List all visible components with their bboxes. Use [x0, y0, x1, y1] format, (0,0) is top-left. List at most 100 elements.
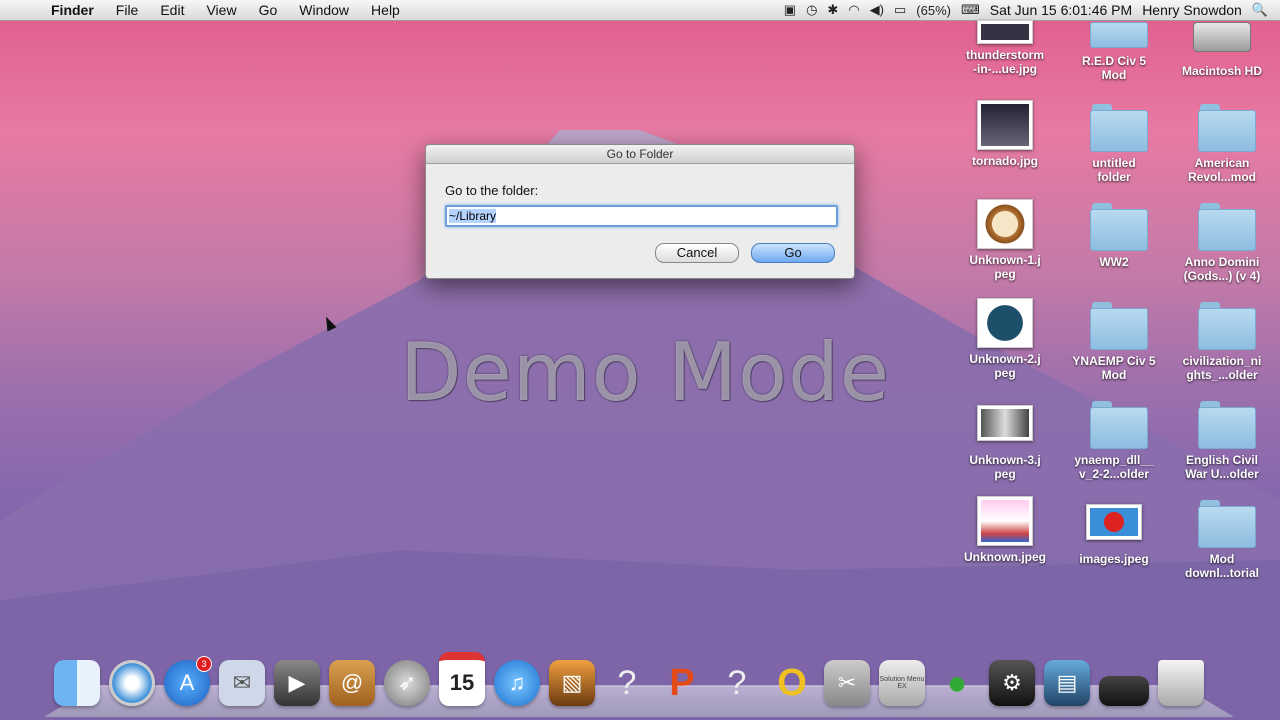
icon-label: -in-...ue.jpg [973, 62, 1037, 76]
icon-label: R.E.D Civ 5 [1081, 54, 1147, 68]
steam-icon[interactable]: ⚙ [989, 660, 1035, 706]
icon-label: Anno Domini [1184, 255, 1260, 269]
bluetooth-icon[interactable]: ✱ [827, 2, 838, 18]
icon-label: Mod [1209, 552, 1235, 566]
adium-icon[interactable]: ● [934, 660, 980, 706]
address-book-icon[interactable]: @ [329, 660, 375, 706]
desktop-folder-untitled[interactable]: untitled folder [1066, 100, 1162, 184]
icon-label: untitled [1092, 156, 1136, 170]
folder-icon [1086, 397, 1148, 449]
photo-booth-icon[interactable]: ▤ [1044, 660, 1090, 706]
icon-label: WW2 [1099, 255, 1129, 269]
app-store-icon[interactable]: A3 [164, 656, 212, 706]
icon-label: ghts_...older [1186, 368, 1258, 382]
app-store-update-badge: 3 [196, 656, 212, 672]
desktop-folder-mod-download-tutorial[interactable]: Mod downl...torial [1174, 496, 1270, 580]
go-button[interactable]: Go [751, 243, 835, 263]
unknown-app-icon[interactable]: ? [714, 660, 760, 706]
menu-clock[interactable]: Sat Jun 15 6:01:46 PM [990, 2, 1132, 18]
finder-icon[interactable] [54, 660, 100, 706]
demo-mode-watermark: Demo Mode [400, 326, 891, 419]
folder-icon [1194, 496, 1256, 548]
powerpoint-icon[interactable]: P [659, 660, 705, 706]
icon-label: War U...older [1185, 467, 1259, 481]
icon-label: images.jpeg [1079, 552, 1149, 566]
image-thumbnail-icon [977, 199, 1033, 249]
facetime-icon[interactable]: ▶ [274, 660, 320, 706]
image-thumbnail-icon [977, 20, 1033, 44]
go-to-folder-dialog: Go to Folder Go to the folder: ~/Library… [425, 144, 855, 279]
cancel-button[interactable]: Cancel [655, 243, 739, 263]
menu-edit[interactable]: Edit [149, 2, 195, 18]
volume-icon[interactable]: ◀) [870, 2, 884, 18]
trash-icon[interactable] [1158, 660, 1204, 706]
spotlight-search-icon[interactable]: 🔍 [1252, 2, 1268, 18]
desktop-folder-red-civ5-mod[interactable]: R.E.D Civ 5 Mod [1066, 22, 1162, 82]
desktop-folder-english-civil-war[interactable]: English Civil War U...older [1174, 397, 1270, 481]
icon-label: Mod [1101, 368, 1127, 382]
iphoto-icon[interactable]: ▧ [549, 660, 595, 706]
solution-menu-icon[interactable]: Solution Menu EX [879, 660, 925, 706]
desktop-folder-ynaemp-dll[interactable]: ynaemp_dll__ v_2-2...older [1066, 397, 1162, 481]
folder-icon [1194, 199, 1256, 251]
desktop-file-thunderstorm[interactable]: thunderstorm -in-...ue.jpg [957, 20, 1053, 76]
calendar-icon[interactable]: 15 [439, 652, 485, 706]
icon-label: YNAEMP Civ 5 [1072, 354, 1156, 368]
desktop-file-tornado[interactable]: tornado.jpg [957, 100, 1053, 168]
icon-label: Mod [1101, 68, 1127, 82]
menu-window[interactable]: Window [288, 2, 360, 18]
desktop-folder-civilization-nights[interactable]: civilization_ni ghts_...older [1174, 298, 1270, 382]
menu-bar: Finder File Edit View Go Window Help ▣ ◷… [0, 0, 1280, 21]
user-menu[interactable]: Henry Snowdon [1142, 2, 1242, 18]
battery-icon[interactable]: ▭ [894, 2, 906, 18]
menu-finder[interactable]: Finder [40, 2, 105, 18]
folder-path-value[interactable]: ~/Library [449, 209, 497, 223]
desktop-folder-american-revol[interactable]: American Revol...mod [1174, 100, 1270, 184]
image-thumbnail-icon [977, 100, 1033, 150]
folder-icon [1194, 100, 1256, 152]
unknown-app-icon[interactable]: ? [604, 660, 650, 706]
icon-label: Unknown.jpeg [964, 550, 1046, 564]
menu-go[interactable]: Go [248, 2, 289, 18]
icon-label: Unknown-2.j [969, 352, 1041, 366]
folder-icon [1086, 22, 1148, 50]
menu-view[interactable]: View [195, 2, 247, 18]
icon-label: thunderstorm [966, 48, 1044, 62]
safari-icon[interactable] [109, 660, 155, 706]
opera-icon[interactable]: O [769, 660, 815, 706]
desktop-folder-ynaemp-civ5-mod[interactable]: YNAEMP Civ 5 Mod [1066, 298, 1162, 382]
icon-label: v_2-2...older [1078, 467, 1150, 481]
desktop-drive-macintosh-hd[interactable]: Macintosh HD [1174, 22, 1270, 78]
icon-label: peg [994, 267, 1016, 281]
folder-icon [1086, 100, 1148, 152]
desktop-file-images-jpeg[interactable]: images.jpeg [1066, 496, 1162, 566]
hard-drive-icon [1193, 22, 1251, 52]
icon-label: ynaemp_dll__ [1074, 453, 1154, 467]
wifi-icon[interactable]: ◠ [848, 2, 859, 18]
menu-file[interactable]: File [105, 2, 150, 18]
image-thumbnail-icon [977, 496, 1033, 546]
desktop-folder-ww2[interactable]: WW2 [1066, 199, 1162, 269]
time-machine-icon[interactable]: ◷ [806, 2, 817, 18]
icon-label: tornado.jpg [972, 154, 1038, 168]
menu-help[interactable]: Help [360, 2, 411, 18]
display-icon[interactable] [1099, 676, 1149, 706]
itunes-icon[interactable]: ♫ [494, 660, 540, 706]
battery-percent[interactable]: (65%) [916, 3, 951, 18]
desktop-file-unknown-2[interactable]: Unknown-2.j peg [957, 298, 1053, 380]
desktop-folder-anno-domini[interactable]: Anno Domini (Gods...) (v 4) [1174, 199, 1270, 283]
icon-label: American [1194, 156, 1250, 170]
dialog-prompt: Go to the folder: [445, 183, 539, 198]
icon-label: English Civil [1185, 453, 1258, 467]
stop-sign-thumbnail-icon [1086, 504, 1142, 540]
launchpad-icon[interactable]: ➶ [384, 660, 430, 706]
icon-label: peg [994, 366, 1016, 380]
input-menu-icon[interactable]: ⌨ [961, 2, 980, 18]
folder-path-input[interactable]: ~/Library [445, 205, 838, 227]
desktop-file-unknown-jpeg[interactable]: Unknown.jpeg [957, 496, 1053, 564]
mail-stamp-icon[interactable]: ✉ [219, 660, 265, 706]
desktop-file-unknown-3[interactable]: Unknown-3.j peg [957, 397, 1053, 481]
system-tools-icon[interactable]: ✂ [824, 660, 870, 706]
screen-record-icon[interactable]: ▣ [784, 2, 796, 18]
desktop-file-unknown-1[interactable]: Unknown-1.j peg [957, 199, 1053, 281]
